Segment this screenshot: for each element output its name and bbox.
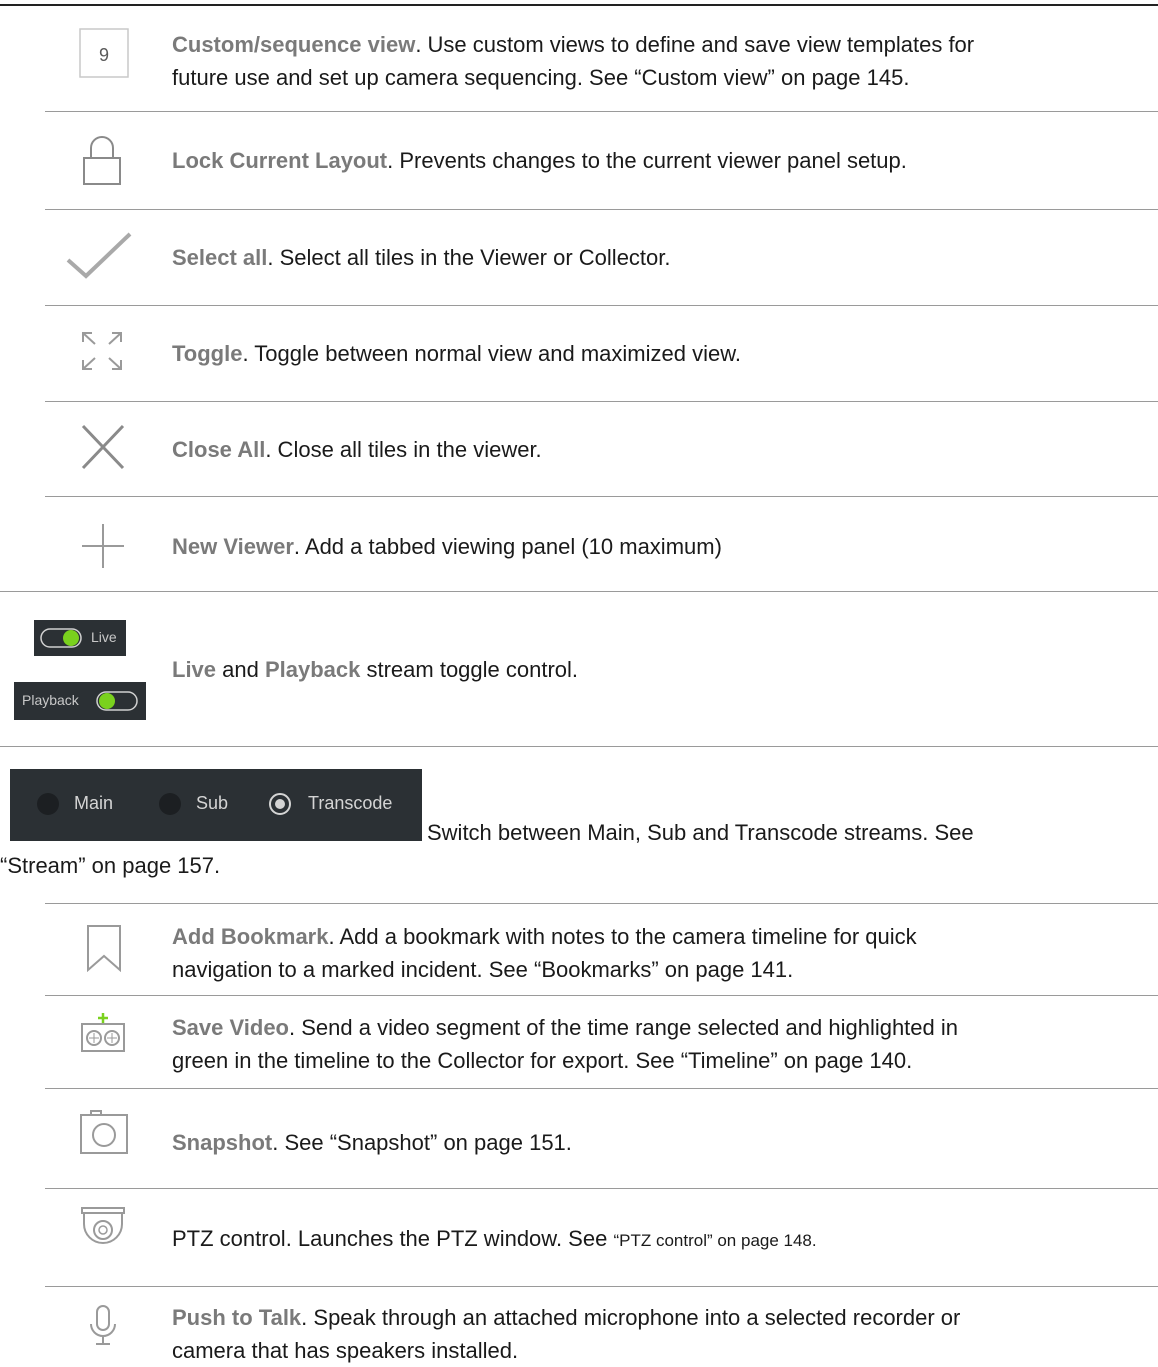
new-viewer-description: New Viewer. Add a tabbed viewing panel (… bbox=[172, 534, 722, 559]
close-all-term: Close All bbox=[172, 437, 266, 462]
separator bbox=[0, 746, 1158, 747]
lock-icon bbox=[83, 136, 121, 185]
checkmark-icon bbox=[66, 232, 132, 279]
separator bbox=[45, 111, 1158, 112]
save-video-term: Save Video bbox=[172, 1015, 289, 1040]
custom-view-icon: 9 bbox=[79, 28, 129, 78]
radio-unselected-icon bbox=[159, 793, 181, 815]
separator bbox=[45, 903, 1158, 904]
radio-unselected-icon bbox=[37, 793, 59, 815]
streams-description-line1: Switch between Main, Sub and Transcode s… bbox=[427, 820, 974, 845]
toggle-term: Toggle bbox=[172, 341, 243, 366]
lock-description: Lock Current Layout. Prevents changes to… bbox=[172, 148, 907, 173]
lock-term: Lock Current Layout bbox=[172, 148, 388, 173]
separator bbox=[45, 305, 1158, 306]
separator bbox=[45, 1188, 1158, 1189]
live-playback-description: Live and Playback stream toggle control. bbox=[172, 657, 579, 682]
microphone-icon bbox=[90, 1305, 116, 1345]
snapshot-term: Snapshot bbox=[172, 1130, 273, 1155]
custom-view-term: Custom/sequence view bbox=[172, 32, 416, 57]
push-to-talk-description: Push to Talk. Speak through an attached … bbox=[172, 1305, 961, 1363]
bookmark-description: Add Bookmark. Add a bookmark with notes … bbox=[172, 924, 917, 982]
streams-description-line2: “Stream” on page 157. bbox=[0, 853, 221, 878]
separator bbox=[45, 209, 1158, 210]
playback-label: Playback bbox=[22, 692, 79, 708]
bookmark-term: Add Bookmark bbox=[172, 924, 329, 949]
custom-view-icon-number: 9 bbox=[99, 45, 109, 65]
maximize-toggle-icon bbox=[82, 332, 122, 370]
toggle-switch-icon bbox=[96, 691, 138, 711]
plus-icon bbox=[82, 524, 124, 568]
toggle-description: Toggle. Toggle between normal view and m… bbox=[172, 341, 741, 366]
separator bbox=[45, 401, 1158, 402]
live-toggle-control[interactable]: Live bbox=[34, 620, 126, 656]
select-all-term: Select all bbox=[172, 245, 268, 270]
playback-toggle-control[interactable]: Playback bbox=[14, 682, 146, 720]
snapshot-description: Snapshot. See “Snapshot” on page 151. bbox=[172, 1130, 572, 1155]
separator bbox=[0, 591, 1158, 592]
ptz-reference: “PTZ control” on page 148. bbox=[613, 1231, 817, 1250]
push-to-talk-term: Push to Talk bbox=[172, 1305, 302, 1330]
custom-view-description: Custom/sequence view. Use custom views t… bbox=[172, 32, 975, 90]
bookmark-icon bbox=[87, 925, 121, 972]
separator bbox=[45, 995, 1158, 996]
toggle-switch-icon bbox=[40, 628, 82, 648]
ptz-camera-icon bbox=[81, 1207, 125, 1244]
separator bbox=[45, 496, 1158, 497]
save-video-icon bbox=[81, 1013, 125, 1052]
select-all-description: Select all. Select all tiles in the View… bbox=[172, 245, 671, 270]
save-video-description: Save Video. Send a video segment of the … bbox=[172, 1015, 959, 1073]
ptz-description: PTZ control. Launches the PTZ window. Se… bbox=[172, 1226, 817, 1251]
separator bbox=[45, 1088, 1158, 1089]
radio-selected-icon bbox=[269, 793, 291, 815]
close-icon bbox=[81, 424, 125, 470]
camera-icon bbox=[80, 1110, 128, 1154]
stream-selector[interactable]: Main Sub Transcode bbox=[10, 769, 422, 841]
close-all-description: Close All. Close all tiles in the viewer… bbox=[172, 437, 542, 462]
new-viewer-term: New Viewer bbox=[172, 534, 294, 559]
separator bbox=[45, 1286, 1158, 1287]
top-rule bbox=[0, 4, 1158, 6]
live-label: Live bbox=[91, 629, 117, 645]
